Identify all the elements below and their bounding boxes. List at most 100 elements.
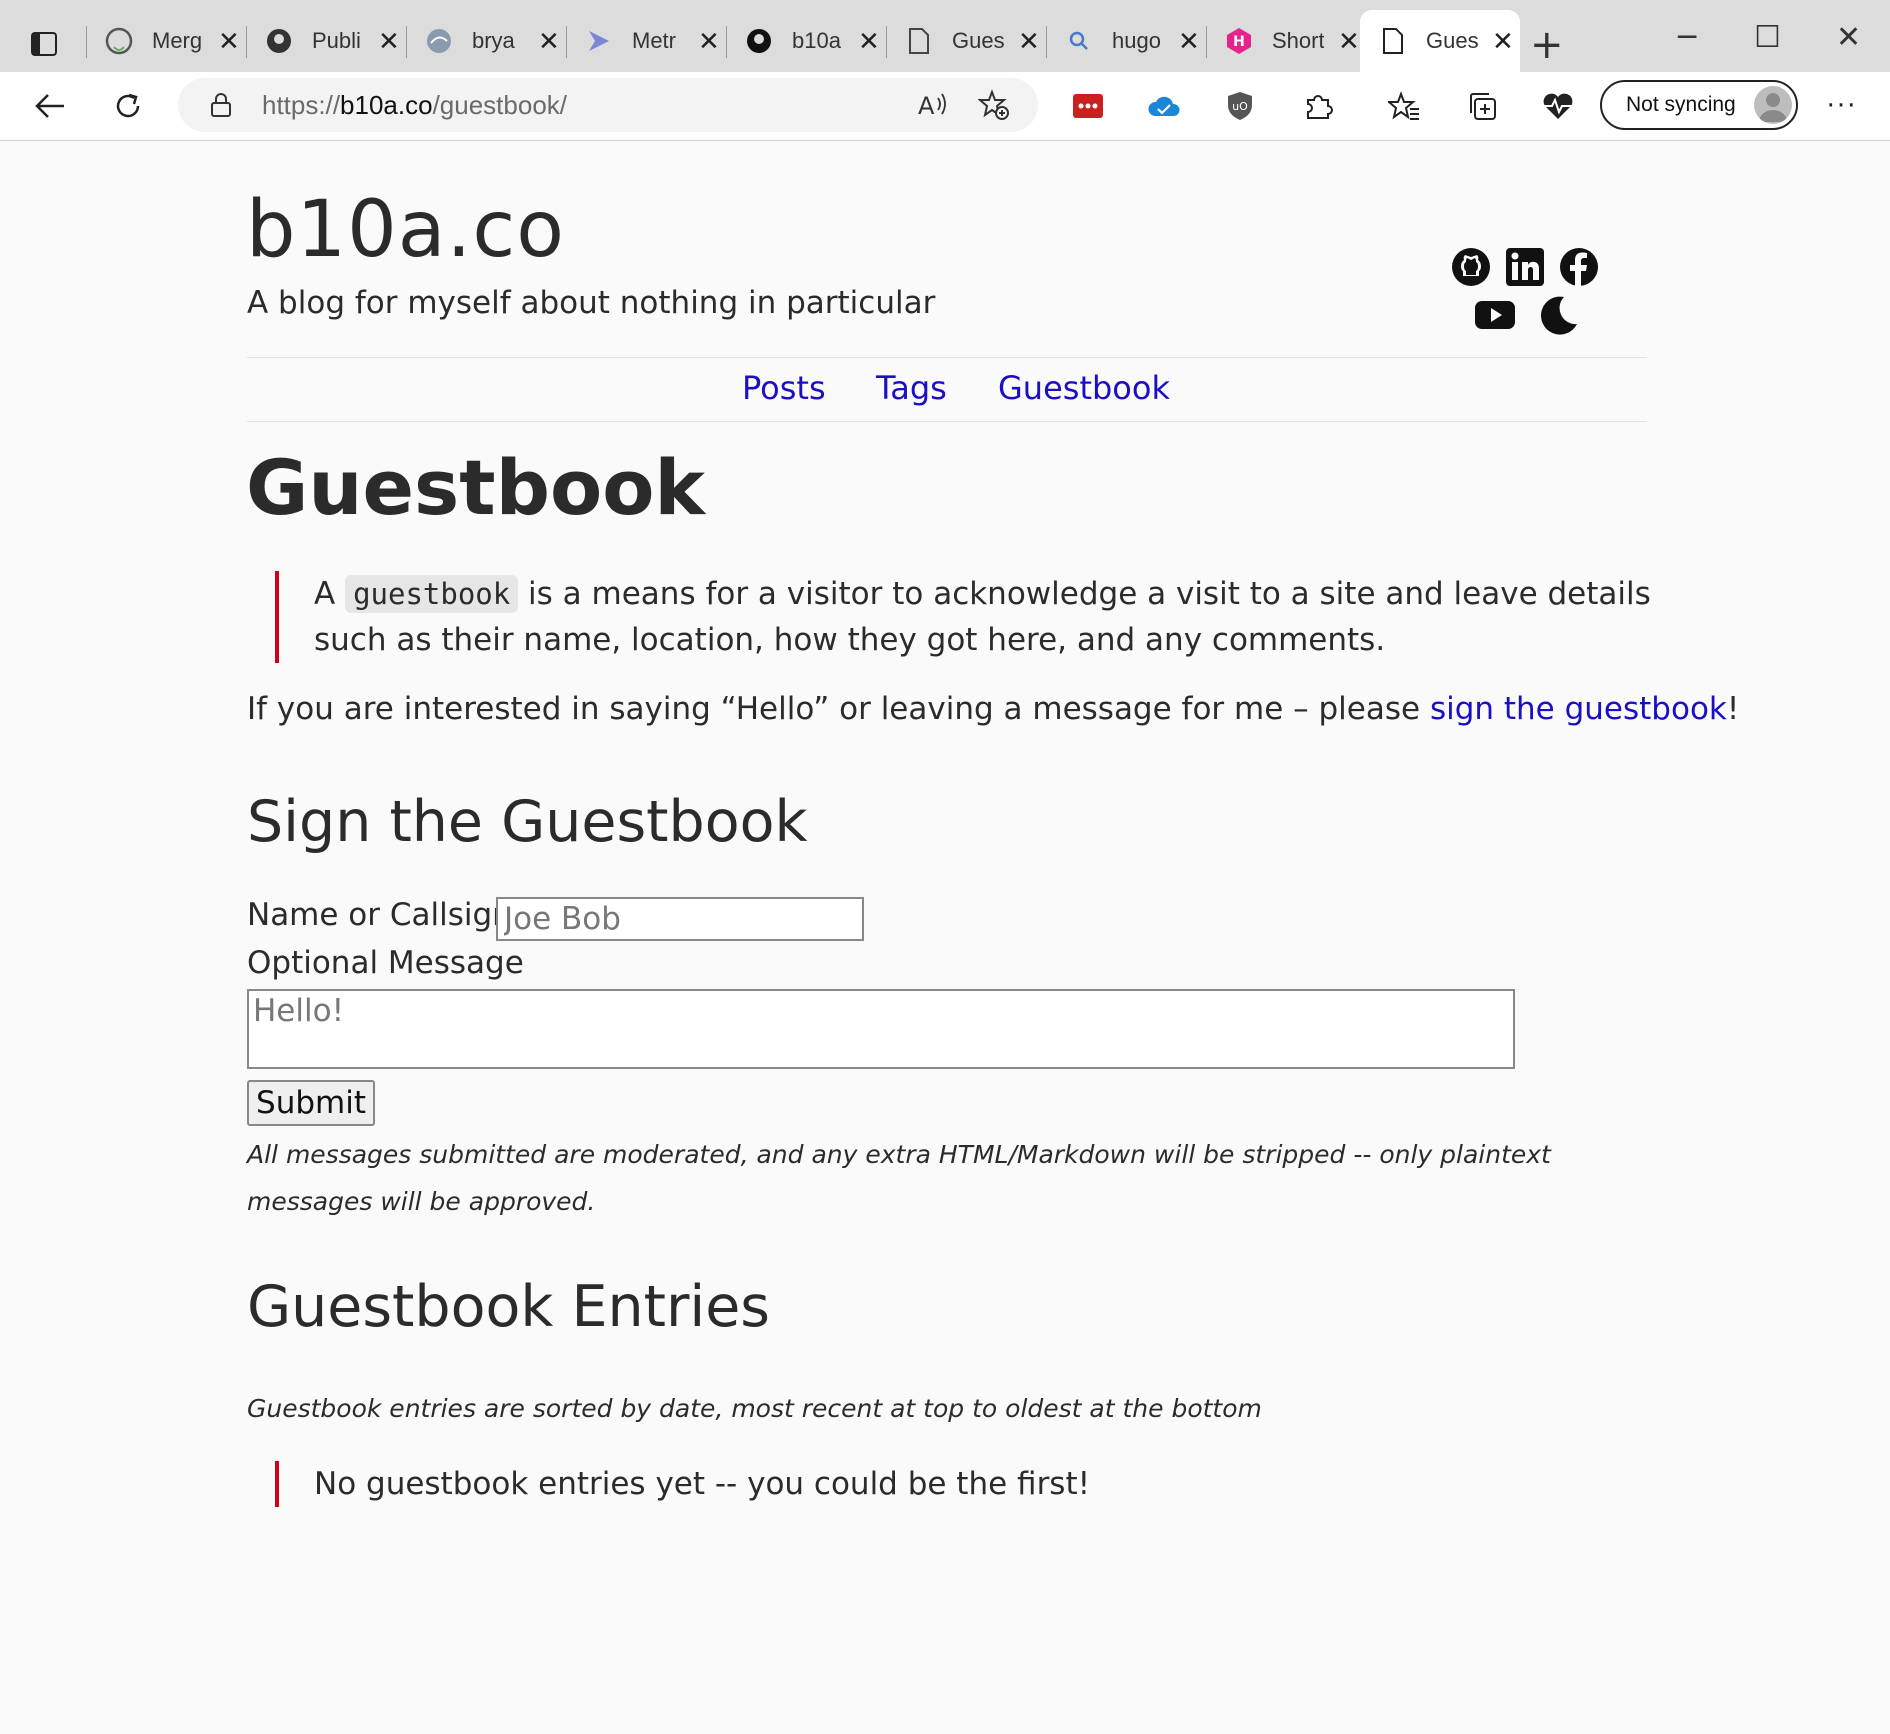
back-arrow-icon (35, 94, 64, 118)
arrow-logo-icon (584, 26, 614, 56)
close-icon[interactable]: ✕ (378, 26, 400, 57)
github-logo-icon (744, 26, 774, 56)
intro-paragraph: If you are interested in saying “Hello” … (247, 691, 1740, 727)
guestbook-code-term: guestbook (345, 575, 519, 613)
browser-tab-5[interactable]: b10a ✕ (726, 10, 886, 72)
tab-title: b10a (792, 28, 841, 53)
facebook-icon[interactable] (1558, 246, 1600, 288)
youtube-icon[interactable] (1474, 294, 1516, 336)
github-logo-icon (104, 26, 134, 56)
heart-pulse-icon (1543, 93, 1573, 119)
cloud-icon (1148, 96, 1180, 116)
address-bar[interactable]: https://b10a.co/guestbook/ A (178, 78, 1038, 132)
website-icon (424, 26, 454, 56)
password-manager-icon (1073, 94, 1103, 118)
close-icon[interactable]: ✕ (1178, 26, 1200, 57)
submit-button[interactable]: Submit (247, 1080, 375, 1126)
svg-text:H: H (1233, 34, 1245, 50)
nav-divider (247, 421, 1647, 422)
page-icon (904, 26, 934, 56)
close-icon[interactable]: ✕ (698, 26, 720, 57)
close-icon[interactable]: ✕ (538, 26, 560, 57)
browser-tab-2[interactable]: Publi ✕ (246, 10, 406, 72)
site-subtitle: A blog for myself about nothing in parti… (247, 285, 936, 321)
dark-mode-moon-icon[interactable] (1538, 294, 1580, 336)
web-page: b10a.co A blog for myself about nothing … (0, 141, 1890, 1734)
page-title: Guestbook (246, 443, 705, 532)
back-button[interactable] (30, 86, 70, 126)
close-icon[interactable]: ✕ (858, 26, 880, 57)
close-icon[interactable]: ✕ (1492, 26, 1514, 57)
browser-essentials-button[interactable] (1538, 86, 1578, 126)
tab-title: Short (1272, 28, 1324, 53)
browser-tab-1[interactable]: Merg ✕ (86, 10, 246, 72)
browser-tab-3[interactable]: brya ✕ (406, 10, 566, 72)
browser-tab-6[interactable]: Gues ✕ (886, 10, 1046, 72)
tab-title: Publi (312, 28, 361, 53)
tab-title: Gues (952, 28, 1004, 53)
shield-icon: uO (1228, 92, 1252, 120)
puzzle-piece-icon (1307, 95, 1333, 119)
hugo-logo-icon: H (1224, 26, 1254, 56)
minimize-button[interactable]: ─ (1678, 20, 1696, 55)
maximize-button[interactable]: ☐ (1754, 20, 1781, 55)
name-label: Name or Callsign (247, 897, 512, 933)
avatar (1754, 86, 1792, 124)
sign-guestbook-heading: Sign the Guestbook (247, 789, 808, 855)
nav-tags[interactable]: Tags (876, 369, 947, 407)
refresh-button[interactable] (108, 86, 148, 126)
password-extension-button[interactable] (1068, 86, 1108, 126)
search-icon (1064, 26, 1094, 56)
message-textarea[interactable] (249, 991, 1513, 1067)
profile-sync-button[interactable]: Not syncing (1600, 80, 1798, 130)
social-links (1450, 246, 1610, 346)
collections-icon (1470, 93, 1496, 120)
page-icon (1378, 26, 1408, 56)
message-label: Optional Message (247, 945, 524, 981)
tab-title: hugo (1112, 28, 1161, 53)
message-field-wrapper (247, 989, 1515, 1069)
moderation-note: All messages submitted are moderated, an… (247, 1140, 1551, 1216)
lock-icon[interactable] (210, 92, 232, 118)
svg-text:uO: uO (1232, 100, 1248, 113)
read-aloud-icon[interactable]: A (918, 90, 950, 120)
github-icon[interactable] (1450, 246, 1492, 288)
name-input[interactable] (498, 899, 862, 939)
new-tab-button[interactable]: + (1530, 22, 1564, 68)
browser-tab-active[interactable]: Gues ✕ (1360, 10, 1520, 72)
url-text: https://b10a.co/guestbook/ (262, 89, 568, 120)
add-favorite-icon[interactable] (978, 89, 1010, 121)
definition-blockquote: A guestbook is a means for a visitor to … (275, 571, 1651, 663)
favorites-star-icon (1388, 91, 1419, 120)
browser-toolbar: https://b10a.co/guestbook/ A uO Not sync… (0, 72, 1890, 141)
browser-tab-4[interactable]: Metr ✕ (566, 10, 726, 72)
entries-heading: Guestbook Entries (247, 1274, 770, 1340)
close-icon[interactable]: ✕ (1338, 26, 1360, 57)
empty-entries-message: No guestbook entries yet -- you could be… (314, 1466, 1091, 1502)
header-divider (247, 357, 1647, 358)
close-icon[interactable]: ✕ (1018, 26, 1040, 57)
tab-title: brya (472, 28, 515, 53)
collections-button[interactable] (1462, 86, 1502, 126)
linkedin-icon[interactable] (1504, 246, 1546, 288)
browser-tab-8[interactable]: H Short ✕ (1206, 10, 1366, 72)
close-icon[interactable]: ✕ (218, 26, 240, 57)
tab-title: Merg (152, 28, 203, 53)
more-menu-button[interactable]: ··· (1822, 86, 1862, 126)
sign-guestbook-link[interactable]: sign the guestbook (1430, 691, 1727, 727)
tab-actions-button[interactable] (18, 18, 70, 70)
nav-posts[interactable]: Posts (742, 369, 826, 407)
favorites-button[interactable] (1384, 86, 1424, 126)
extensions-button[interactable] (1298, 86, 1338, 126)
close-window-button[interactable]: ✕ (1836, 20, 1861, 55)
empty-entries-blockquote: No guestbook entries yet -- you could be… (275, 1461, 1090, 1507)
ublock-extension-button[interactable]: uO (1220, 86, 1260, 126)
onedrive-extension-button[interactable] (1144, 86, 1184, 126)
browser-tab-7[interactable]: hugo ✕ (1046, 10, 1206, 72)
site-title[interactable]: b10a.co (246, 185, 565, 275)
tab-title: Gues (1426, 28, 1478, 53)
tab-title: Metr (632, 28, 676, 53)
nav-guestbook[interactable]: Guestbook (998, 369, 1170, 407)
refresh-icon (116, 93, 140, 118)
sync-status-label: Not syncing (1626, 93, 1736, 116)
